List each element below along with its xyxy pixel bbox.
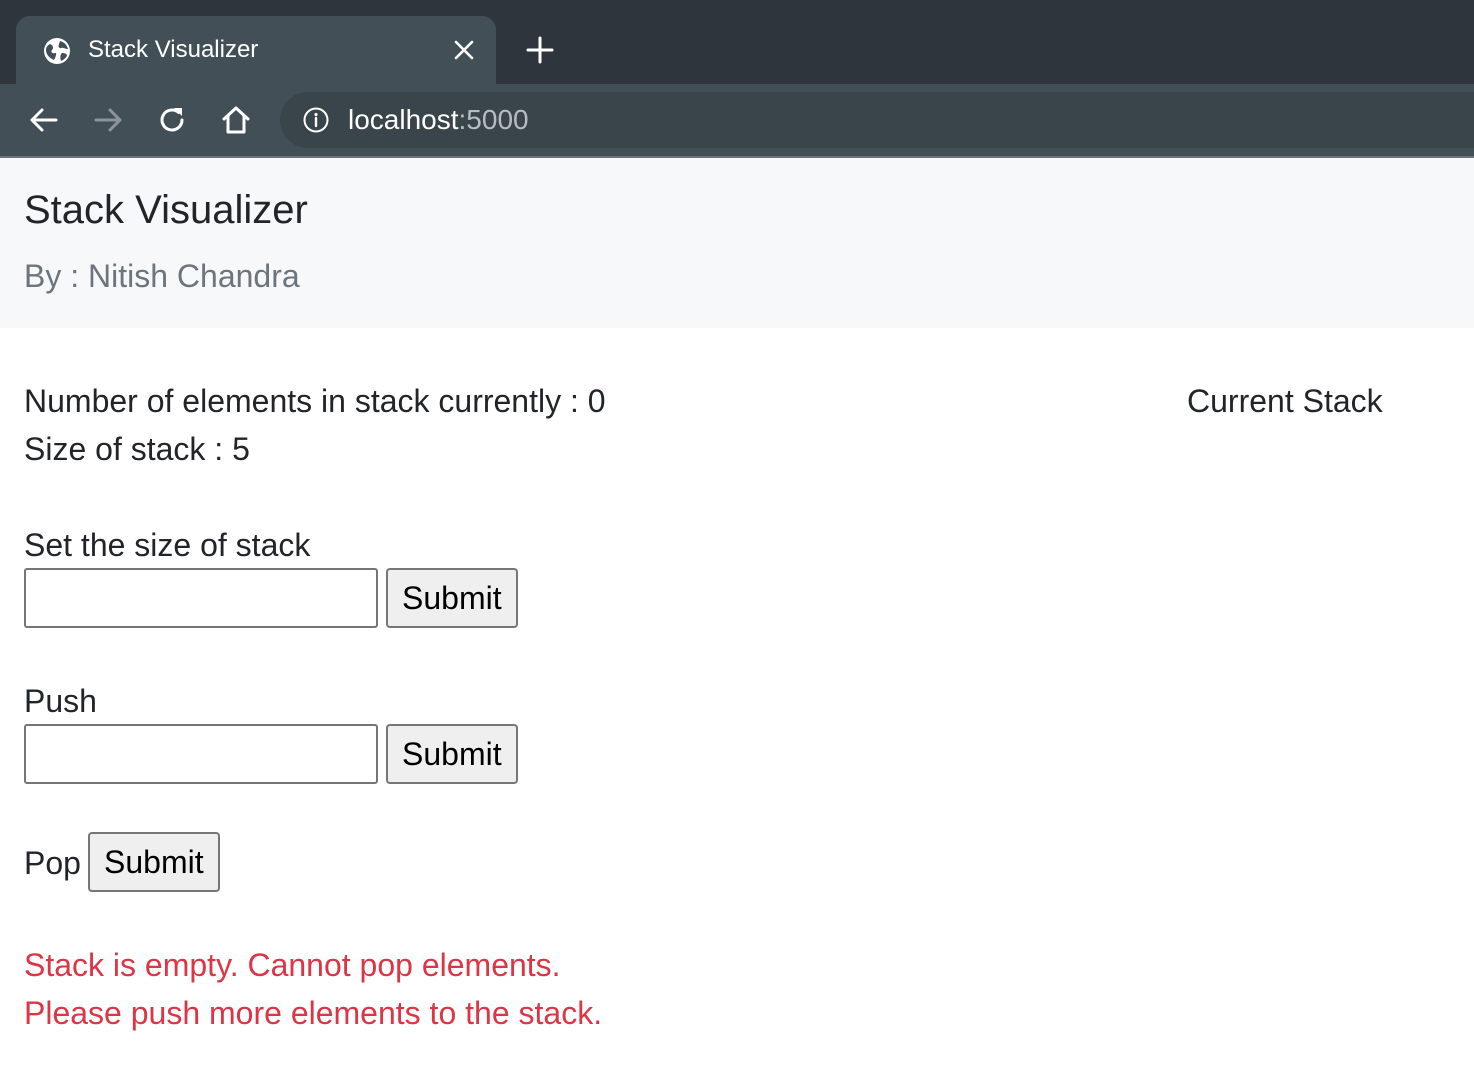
pop-submit-button[interactable]: Submit (88, 832, 220, 892)
browser-tabstrip: Stack Visualizer (0, 0, 1474, 84)
reload-icon[interactable] (154, 102, 190, 138)
push-label: Push (24, 683, 97, 719)
error-message-line-1: Stack is empty. Cannot pop elements. (24, 947, 561, 983)
stack-size-text: Size of stack : 5 (24, 431, 250, 467)
new-tab-icon[interactable] (524, 34, 556, 66)
page-header: Stack Visualizer By : Nitish Chandra (0, 158, 1474, 328)
tab-title: Stack Visualizer (88, 36, 259, 63)
url-port: :5000 (458, 104, 529, 135)
address-bar[interactable]: localhost:5000 (280, 92, 1474, 148)
error-message-line-2: Please push more elements to the stack. (24, 995, 603, 1031)
page-title: Stack Visualizer (24, 188, 308, 232)
set-size-label: Set the size of stack (24, 527, 311, 563)
home-icon[interactable] (218, 102, 254, 138)
set-size-input[interactable] (24, 568, 378, 628)
forward-arrow-icon[interactable] (90, 102, 126, 138)
element-count-text: Number of elements in stack currently : … (24, 383, 606, 419)
info-icon[interactable] (302, 106, 330, 134)
globe-icon (44, 38, 70, 64)
page-subtitle: By : Nitish Chandra (24, 258, 300, 294)
push-submit-button[interactable]: Submit (386, 724, 518, 784)
main-content: Number of elements in stack currently : … (0, 328, 1474, 1078)
close-tab-icon[interactable] (452, 38, 476, 62)
push-input[interactable] (24, 724, 378, 784)
pop-label: Pop (24, 845, 81, 881)
current-stack-heading: Current Stack (1187, 383, 1383, 419)
browser-toolbar: localhost:5000 (0, 84, 1474, 156)
set-size-submit-button[interactable]: Submit (386, 568, 518, 628)
browser-tab[interactable]: Stack Visualizer (16, 16, 496, 84)
back-arrow-icon[interactable] (26, 102, 62, 138)
url-text[interactable]: localhost:5000 (348, 105, 529, 135)
url-host: localhost (348, 104, 459, 135)
